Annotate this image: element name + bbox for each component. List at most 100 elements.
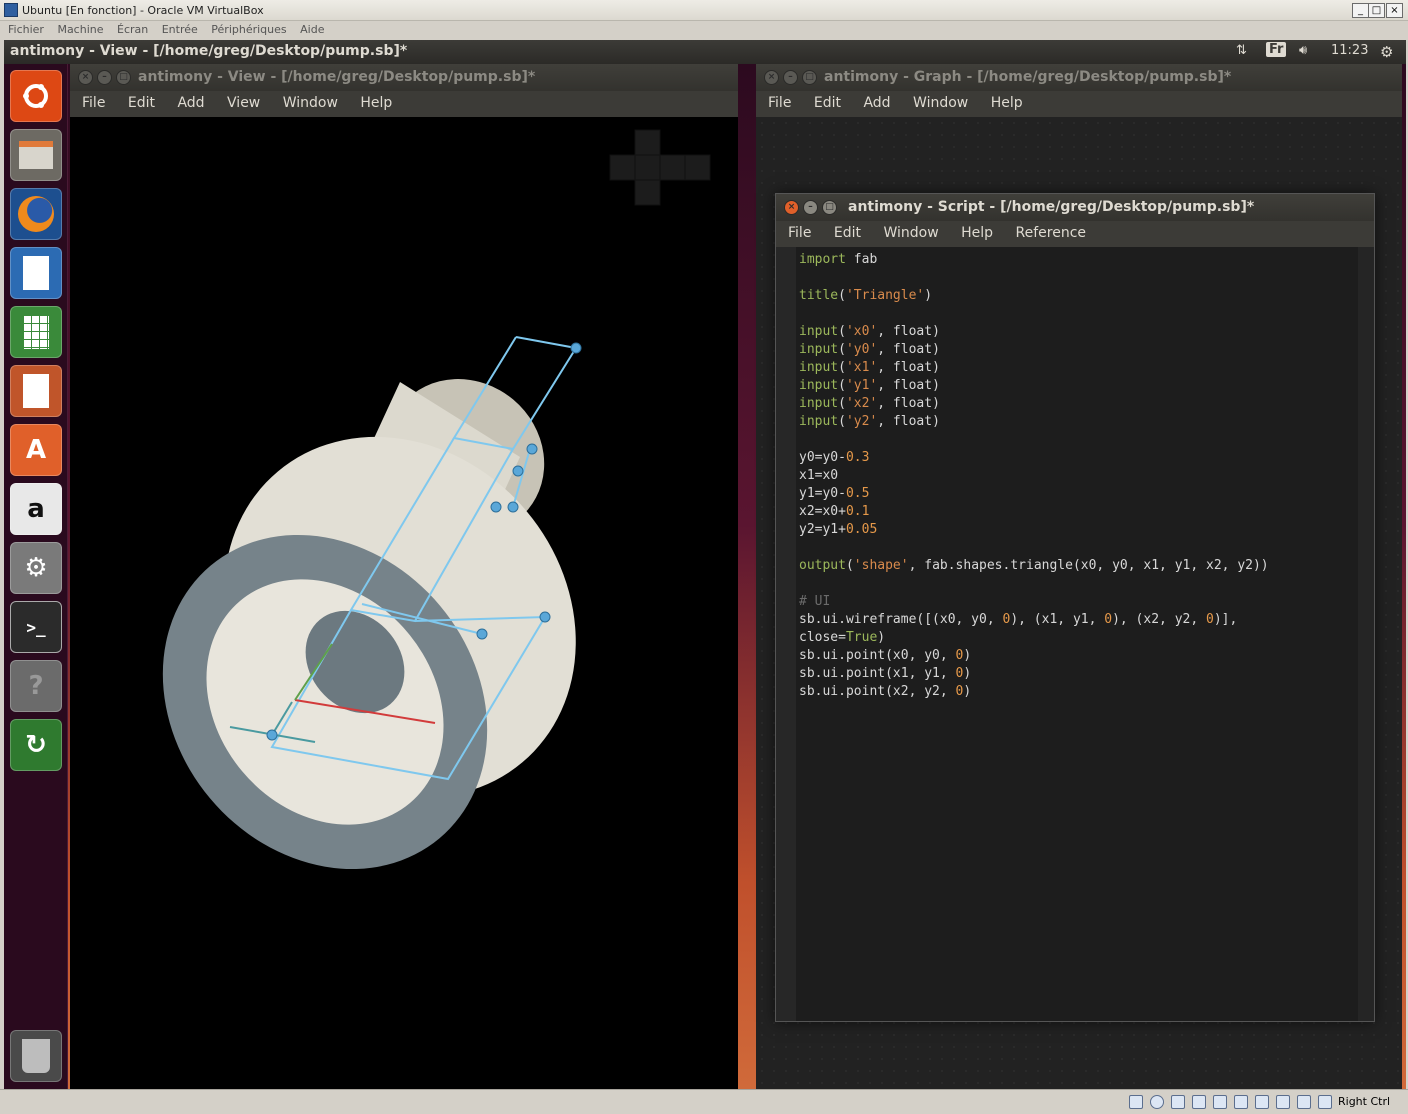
graph-menu-edit[interactable]: Edit (814, 95, 841, 111)
files-icon[interactable] (10, 129, 62, 181)
vbox-menu-entree[interactable]: Entrée (162, 23, 198, 36)
code-line[interactable]: y1=y0-0.5 (799, 485, 1269, 503)
clock[interactable]: 11:23 (1331, 43, 1368, 58)
graph-menu-window[interactable]: Window (913, 95, 968, 111)
vbox-menu-ecran[interactable]: Écran (117, 23, 148, 36)
script-window: × – □ antimony - Script - [/home/greg/De… (775, 193, 1375, 1022)
mouse-integration-icon[interactable] (1297, 1095, 1311, 1109)
code-line[interactable] (799, 305, 1269, 323)
vbox-menubar: Fichier Machine Écran Entrée Périphériqu… (0, 21, 1408, 40)
view-menu-help[interactable]: Help (360, 95, 392, 111)
writer-icon[interactable] (10, 247, 62, 299)
code-line[interactable]: input('y0', float) (799, 341, 1269, 359)
network-adapter-icon[interactable] (1171, 1095, 1185, 1109)
view-menu-window[interactable]: Window (283, 95, 338, 111)
keyboard-layout[interactable]: Fr (1266, 42, 1287, 57)
maximize-icon[interactable]: □ (116, 70, 131, 85)
keyboard-capture-icon[interactable] (1318, 1095, 1332, 1109)
script-menu-edit[interactable]: Edit (834, 225, 861, 241)
code-line[interactable] (799, 269, 1269, 287)
script-menu-file[interactable]: File (788, 225, 811, 241)
vbox-menu-machine[interactable]: Machine (57, 23, 103, 36)
view-title: antimony - View - [/home/greg/Desktop/pu… (138, 69, 536, 85)
shared-folders-icon[interactable] (1213, 1095, 1227, 1109)
code-line[interactable]: # UI (799, 593, 1269, 611)
code-line[interactable]: sb.ui.point(x1, y1, 0) (799, 665, 1269, 683)
code-line[interactable] (799, 539, 1269, 557)
close-icon[interactable]: × (784, 200, 799, 215)
view-menu-edit[interactable]: Edit (128, 95, 155, 111)
amazon-icon[interactable]: a (10, 483, 62, 535)
usb-icon[interactable] (1192, 1095, 1206, 1109)
code-line[interactable]: x2=x0+0.1 (799, 503, 1269, 521)
close-icon[interactable]: × (764, 70, 779, 85)
script-menu-reference[interactable]: Reference (1016, 225, 1087, 241)
guest-screen: antimony - View - [/home/greg/Desktop/pu… (4, 40, 1406, 1089)
volume-icon[interactable]: 🔊︎ (1299, 43, 1307, 58)
display-icon[interactable] (1234, 1095, 1248, 1109)
code-line[interactable]: title('Triangle') (799, 287, 1269, 305)
editor-gutter (776, 247, 796, 1021)
help-icon[interactable]: ? (10, 660, 62, 712)
code-line[interactable]: input('y2', float) (799, 413, 1269, 431)
hard-disk-icon[interactable] (1129, 1095, 1143, 1109)
editor-scrollbar[interactable] (1358, 247, 1374, 1021)
code-line[interactable]: import fab (799, 251, 1269, 269)
maximize-icon[interactable]: □ (802, 70, 817, 85)
maximize-icon[interactable]: □ (822, 200, 837, 215)
minimize-icon[interactable]: – (803, 200, 818, 215)
code-line[interactable]: sb.ui.wireframe([(x0, y0, 0), (x1, y1, 0… (799, 611, 1269, 629)
minimize-icon[interactable]: – (783, 70, 798, 85)
cpu-icon[interactable] (1276, 1095, 1290, 1109)
code-line[interactable]: input('x0', float) (799, 323, 1269, 341)
code-line[interactable]: input('x2', float) (799, 395, 1269, 413)
code-line[interactable]: sb.ui.point(x0, y0, 0) (799, 647, 1269, 665)
impress-icon[interactable] (10, 365, 62, 417)
vbox-titlebar: Ubuntu [En fonction] - Oracle VM Virtual… (0, 0, 1408, 21)
code-line[interactable]: y2=y1+0.05 (799, 521, 1269, 539)
vbox-menu-peripheriques[interactable]: Périphériques (211, 23, 286, 36)
system-settings-icon[interactable]: ⚙ (10, 542, 62, 594)
firefox-icon[interactable] (10, 188, 62, 240)
graph-menu-help[interactable]: Help (991, 95, 1023, 111)
video-capture-icon[interactable] (1255, 1095, 1269, 1109)
graph-menubar: File Edit Add Window Help (756, 91, 1402, 117)
trash-icon[interactable] (10, 1030, 62, 1082)
code-line[interactable] (799, 431, 1269, 449)
host-key-label: Right Ctrl (1338, 1095, 1391, 1108)
code-line[interactable]: output('shape', fab.shapes.triangle(x0, … (799, 557, 1269, 575)
terminal-icon[interactable]: >_ (10, 601, 62, 653)
code-line[interactable] (799, 575, 1269, 593)
graph-menu-add[interactable]: Add (863, 95, 890, 111)
minimize-icon[interactable]: – (97, 70, 112, 85)
minimize-button[interactable]: _ (1352, 3, 1369, 18)
3d-viewport[interactable] (70, 117, 738, 1089)
graph-menu-file[interactable]: File (768, 95, 791, 111)
network-icon[interactable]: ⇅ (1236, 43, 1247, 58)
view-menu-add[interactable]: Add (177, 95, 204, 111)
code-editor[interactable]: import fab title('Triangle') input('x0',… (776, 247, 1374, 1021)
vbox-menu-fichier[interactable]: Fichier (8, 23, 44, 36)
code-line[interactable]: sb.ui.point(x2, y2, 0) (799, 683, 1269, 701)
code-text[interactable]: import fab title('Triangle') input('x0',… (799, 251, 1269, 701)
script-menu-window[interactable]: Window (883, 225, 938, 241)
vbox-menu-aide[interactable]: Aide (300, 23, 324, 36)
code-line[interactable]: close=True) (799, 629, 1269, 647)
view-menu-file[interactable]: File (82, 95, 105, 111)
view-cube[interactable] (609, 129, 711, 206)
software-updater-icon[interactable]: ↻ (10, 719, 62, 771)
gear-icon[interactable]: ⚙ (1380, 43, 1393, 61)
code-line[interactable]: input('x1', float) (799, 359, 1269, 377)
calc-icon[interactable] (10, 306, 62, 358)
software-center-icon[interactable]: A (10, 424, 62, 476)
code-line[interactable]: x1=x0 (799, 467, 1269, 485)
close-button[interactable]: × (1386, 3, 1403, 18)
close-icon[interactable]: × (78, 70, 93, 85)
script-menu-help[interactable]: Help (961, 225, 993, 241)
code-line[interactable]: input('y1', float) (799, 377, 1269, 395)
code-line[interactable]: y0=y0-0.3 (799, 449, 1269, 467)
view-menu-view[interactable]: View (227, 95, 260, 111)
maximize-button[interactable]: □ (1368, 3, 1385, 18)
optical-drive-icon[interactable] (1150, 1095, 1164, 1109)
ubuntu-dash-icon[interactable] (10, 70, 62, 122)
